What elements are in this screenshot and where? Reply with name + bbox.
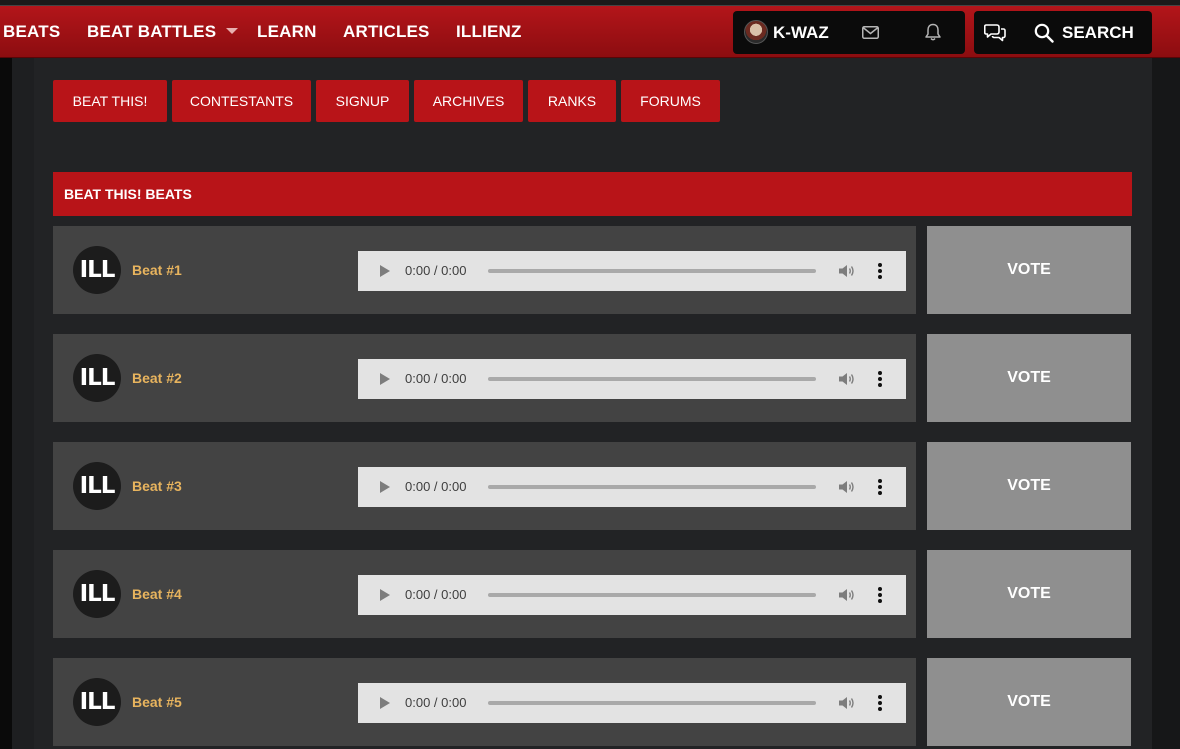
more-options-icon[interactable] (873, 694, 887, 712)
vote-button[interactable]: VOTE (927, 334, 1131, 422)
time-display: 0:00 / 0:00 (405, 479, 467, 494)
chat-icon[interactable] (984, 23, 1006, 42)
beat-title[interactable]: Beat #5 (132, 658, 182, 746)
time-display: 0:00 / 0:00 (405, 263, 467, 278)
audio-player: 0:00 / 0:00 (358, 251, 906, 291)
mail-icon[interactable] (862, 26, 879, 39)
subnav-beat-this[interactable]: BEAT THIS! (53, 80, 167, 122)
volume-icon[interactable] (838, 588, 856, 602)
progress-bar[interactable] (488, 701, 816, 705)
avatar[interactable] (744, 20, 768, 44)
audio-player: 0:00 / 0:00 (358, 467, 906, 507)
more-options-icon[interactable] (873, 262, 887, 280)
nav-item-beat-battles[interactable]: BEAT BATTLES (87, 6, 239, 58)
beat-title[interactable]: Beat #4 (132, 550, 182, 638)
volume-icon[interactable] (838, 696, 856, 710)
beat-row: ILL Beat #4 0:00 / 0:00 (53, 550, 916, 638)
chevron-down-icon[interactable] (226, 27, 239, 34)
left-edge (0, 58, 12, 749)
subnav-ranks[interactable]: RANKS (528, 80, 616, 122)
ill-logo: ILL (73, 678, 121, 726)
main-navbar: BEATS BEAT BATTLES LEARN ARTICLES ILLIEN… (0, 6, 1180, 58)
progress-bar[interactable] (488, 485, 816, 489)
beat-row: ILL Beat #2 0:00 / 0:00 (53, 334, 916, 422)
vote-button[interactable]: VOTE (927, 550, 1131, 638)
ill-logo: ILL (73, 354, 121, 402)
nav-item-beats[interactable]: BEATS (3, 6, 60, 58)
volume-icon[interactable] (838, 264, 856, 278)
beat-row: ILL Beat #5 0:00 / 0:00 (53, 658, 916, 746)
beat-title[interactable]: Beat #2 (132, 334, 182, 422)
play-icon[interactable] (380, 373, 390, 385)
play-icon[interactable] (380, 697, 390, 709)
username[interactable]: K-WAZ (773, 11, 829, 54)
page: BEATS BEAT BATTLES LEARN ARTICLES ILLIEN… (0, 0, 1180, 749)
nav-item-learn[interactable]: LEARN (257, 6, 317, 58)
right-gutter (1152, 58, 1180, 749)
left-gutter (12, 58, 34, 749)
progress-bar[interactable] (488, 593, 816, 597)
time-display: 0:00 / 0:00 (405, 587, 467, 602)
more-options-icon[interactable] (873, 370, 887, 388)
subnav-signup[interactable]: SIGNUP (316, 80, 409, 122)
search-button[interactable]: SEARCH (1034, 11, 1134, 54)
time-display: 0:00 / 0:00 (405, 695, 467, 710)
search-icon (1034, 23, 1054, 43)
nav-item-illienz[interactable]: ILLIENZ (456, 6, 522, 58)
progress-bar[interactable] (488, 377, 816, 381)
audio-player: 0:00 / 0:00 (358, 359, 906, 399)
beat-row: ILL Beat #3 0:00 / 0:00 (53, 442, 916, 530)
vote-button[interactable]: VOTE (927, 442, 1131, 530)
more-options-icon[interactable] (873, 478, 887, 496)
more-options-icon[interactable] (873, 586, 887, 604)
play-icon[interactable] (380, 589, 390, 601)
ill-logo: ILL (73, 246, 121, 294)
vote-button[interactable]: VOTE (927, 658, 1131, 746)
time-display: 0:00 / 0:00 (405, 371, 467, 386)
audio-player: 0:00 / 0:00 (358, 575, 906, 615)
ill-logo: ILL (73, 570, 121, 618)
search-panel: SEARCH (974, 11, 1152, 54)
search-label: SEARCH (1062, 23, 1134, 42)
subnav-forums[interactable]: FORUMS (621, 80, 720, 122)
progress-bar[interactable] (488, 269, 816, 273)
volume-icon[interactable] (838, 480, 856, 494)
nav-item-articles[interactable]: ARTICLES (343, 6, 430, 58)
section-header: BEAT THIS! BEATS (53, 172, 1132, 216)
vote-button[interactable]: VOTE (927, 226, 1131, 314)
volume-icon[interactable] (838, 372, 856, 386)
nav-item-label: BEAT BATTLES (87, 22, 217, 41)
subnav-archives[interactable]: ARCHIVES (414, 80, 523, 122)
ill-logo: ILL (73, 462, 121, 510)
beat-title[interactable]: Beat #1 (132, 226, 182, 314)
subnav-contestants[interactable]: CONTESTANTS (172, 80, 311, 122)
beat-title[interactable]: Beat #3 (132, 442, 182, 530)
bell-icon[interactable] (924, 23, 942, 42)
beat-row: ILL Beat #1 0:00 / 0:00 (53, 226, 916, 314)
audio-player: 0:00 / 0:00 (358, 683, 906, 723)
play-icon[interactable] (380, 481, 390, 493)
play-icon[interactable] (380, 265, 390, 277)
user-panel: K-WAZ (733, 11, 965, 54)
